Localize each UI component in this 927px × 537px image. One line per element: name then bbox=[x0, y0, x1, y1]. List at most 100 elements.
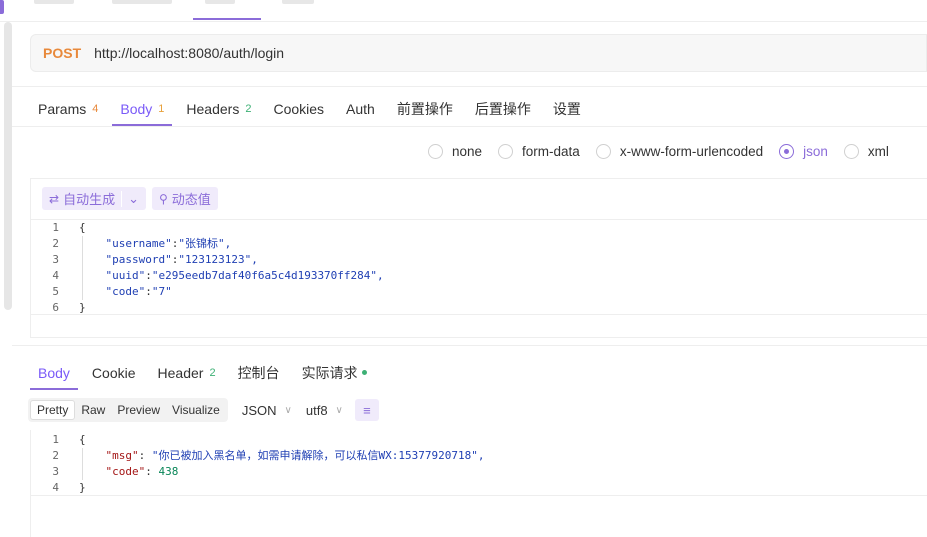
code-line: "uuid":"e295eedb7daf40f6a5c4d193370ff284… bbox=[105, 269, 384, 282]
divider bbox=[12, 126, 927, 127]
radio-label: json bbox=[803, 144, 828, 159]
tab-params[interactable]: Params 4 bbox=[30, 91, 106, 126]
view-preview[interactable]: Preview bbox=[111, 400, 166, 420]
clipped-tab-text bbox=[205, 0, 235, 4]
auto-generate-button[interactable]: ⇄ 自动生成 ⌄ bbox=[42, 187, 146, 210]
dynamic-value-button[interactable]: ⚲ 动态值 bbox=[151, 187, 218, 210]
json-value: 438 bbox=[158, 465, 179, 478]
json-value: "你已被加入黑名单，如需申请解除，可以私信WX:15377920718", bbox=[151, 449, 485, 462]
radio-circle bbox=[498, 144, 514, 159]
divider bbox=[12, 86, 927, 87]
tab-label: 控制台 bbox=[237, 364, 280, 381]
code-area[interactable]: 1 { 2 "username":"张锦标", 3 "password":"12… bbox=[31, 220, 927, 316]
encoding-select[interactable]: utf8 ∨ bbox=[306, 403, 343, 418]
code-line: "password":"123123123", bbox=[105, 253, 258, 266]
divider bbox=[31, 495, 927, 496]
line-number: 4 bbox=[52, 481, 59, 494]
tab-label: Cookie bbox=[91, 364, 136, 381]
tab-label: Header bbox=[157, 364, 204, 381]
clipped-tab-text bbox=[34, 0, 74, 4]
response-toolbar: Pretty Raw Preview Visualize JSON ∨ utf8… bbox=[28, 398, 379, 422]
response-tab-actual-request[interactable]: 实际请求 bbox=[294, 355, 375, 390]
tab-label: Cookies bbox=[273, 100, 325, 117]
tab-settings[interactable]: 设置 bbox=[545, 91, 589, 126]
tab-label: Body bbox=[120, 100, 153, 117]
radio-none[interactable]: none bbox=[428, 144, 482, 159]
json-key: "uuid" bbox=[105, 269, 146, 282]
line-number: 1 bbox=[52, 433, 59, 446]
code-line: } bbox=[79, 481, 86, 494]
line-number: 2 bbox=[52, 449, 59, 462]
tab-label: Params bbox=[38, 100, 87, 117]
radio-label: none bbox=[452, 144, 483, 159]
chevron-down-icon[interactable]: ⌄ bbox=[121, 190, 139, 207]
code-line: "code":"7" bbox=[105, 285, 172, 298]
tab-body[interactable]: Body 1 bbox=[112, 91, 173, 126]
tab-badge: 4 bbox=[92, 102, 99, 115]
tab-label: 后置操作 bbox=[474, 100, 531, 117]
request-body-editor[interactable]: ⇄ 自动生成 ⌄ ⚲ 动态值 1 { 2 "username":"张锦标", 3… bbox=[30, 178, 927, 338]
wrap-lines-button[interactable]: ≡ bbox=[354, 399, 379, 421]
tab-label: Auth bbox=[346, 100, 375, 117]
select-value: JSON bbox=[241, 402, 277, 418]
http-method[interactable]: POST bbox=[43, 45, 81, 61]
clipped-tab-text bbox=[282, 0, 314, 4]
code-line: "username":"张锦标", bbox=[105, 237, 232, 250]
json-value: "e295eedb7daf40f6a5c4d193370ff284", bbox=[151, 269, 384, 282]
radio-label: form-data bbox=[522, 144, 580, 159]
radio-urlencoded[interactable]: x-www-form-urlencoded bbox=[595, 144, 763, 159]
line-number: 5 bbox=[52, 285, 59, 298]
view-visualize[interactable]: Visualize bbox=[166, 400, 226, 420]
response-tabs: Body Cookie Header 2 控制台 实际请求 bbox=[30, 355, 381, 390]
url-input[interactable]: http://localhost:8080/auth/login bbox=[94, 45, 284, 61]
view-raw[interactable]: Raw bbox=[75, 400, 111, 420]
tab-cookies[interactable]: Cookies bbox=[265, 91, 332, 126]
response-tab-body[interactable]: Body bbox=[30, 355, 78, 390]
tab-label: Headers bbox=[186, 100, 240, 117]
select-value: utf8 bbox=[305, 402, 328, 418]
code-line: "msg": "你已被加入黑名单，如需申请解除，可以私信WX:153779207… bbox=[105, 449, 485, 462]
json-key: "code" bbox=[105, 285, 146, 298]
code-line: { bbox=[79, 433, 86, 446]
response-body-viewer[interactable]: 1 { 2 "msg": "你已被加入黑名单，如需申请解除，可以私信WX:153… bbox=[30, 430, 927, 537]
vertical-scrollbar[interactable] bbox=[4, 22, 12, 310]
editor-toolbar: ⇄ 自动生成 ⌄ ⚲ 动态值 bbox=[42, 187, 224, 210]
radio-label: xml bbox=[867, 144, 889, 159]
code-line: "code": 438 bbox=[105, 465, 179, 478]
radio-form-data[interactable]: form-data bbox=[498, 144, 580, 159]
divider bbox=[12, 345, 927, 346]
status-dot bbox=[361, 370, 367, 375]
view-pretty[interactable]: Pretty bbox=[30, 400, 76, 420]
clipped-tab-text bbox=[112, 0, 172, 4]
line-number: 4 bbox=[52, 269, 59, 282]
tab-auth[interactable]: Auth bbox=[338, 91, 383, 126]
radio-json[interactable]: json bbox=[779, 144, 828, 159]
button-label: 动态值 bbox=[171, 192, 211, 207]
tab-label: 设置 bbox=[552, 100, 581, 117]
url-bar[interactable]: POST http://localhost:8080/auth/login bbox=[30, 34, 927, 72]
body-type-radio-group: none form-data x-www-form-urlencoded jso… bbox=[428, 144, 905, 159]
radio-xml[interactable]: xml bbox=[843, 144, 889, 159]
wand-icon: ⚲ bbox=[158, 191, 168, 206]
line-number: 3 bbox=[52, 465, 59, 478]
json-value: "123123123", bbox=[178, 253, 258, 266]
chevron-down-icon: ∨ bbox=[335, 404, 343, 416]
json-key: "password" bbox=[105, 253, 172, 266]
response-tab-header[interactable]: Header 2 bbox=[150, 355, 224, 390]
format-select[interactable]: JSON ∨ bbox=[242, 403, 292, 418]
response-tab-cookie[interactable]: Cookie bbox=[84, 355, 144, 390]
radio-circle bbox=[595, 144, 611, 159]
tab-post-request[interactable]: 后置操作 bbox=[467, 91, 539, 126]
radio-circle bbox=[843, 144, 859, 159]
view-mode-segmented: Pretty Raw Preview Visualize bbox=[28, 398, 228, 422]
wrap-icon: ≡ bbox=[363, 402, 371, 418]
response-tab-console[interactable]: 控制台 bbox=[230, 355, 288, 390]
code-area[interactable]: 1 { 2 "msg": "你已被加入黑名单，如需申请解除，可以私信WX:153… bbox=[31, 432, 927, 496]
tab-label: 实际请求 bbox=[301, 364, 358, 381]
button-label: 自动生成 bbox=[63, 192, 116, 207]
request-tabs: Params 4 Body 1 Headers 2 Cookies Auth 前… bbox=[30, 91, 595, 126]
tab-label: 前置操作 bbox=[396, 100, 453, 117]
tab-label: Body bbox=[38, 364, 70, 381]
tab-headers[interactable]: Headers 2 bbox=[178, 91, 259, 126]
tab-pre-request[interactable]: 前置操作 bbox=[389, 91, 461, 126]
